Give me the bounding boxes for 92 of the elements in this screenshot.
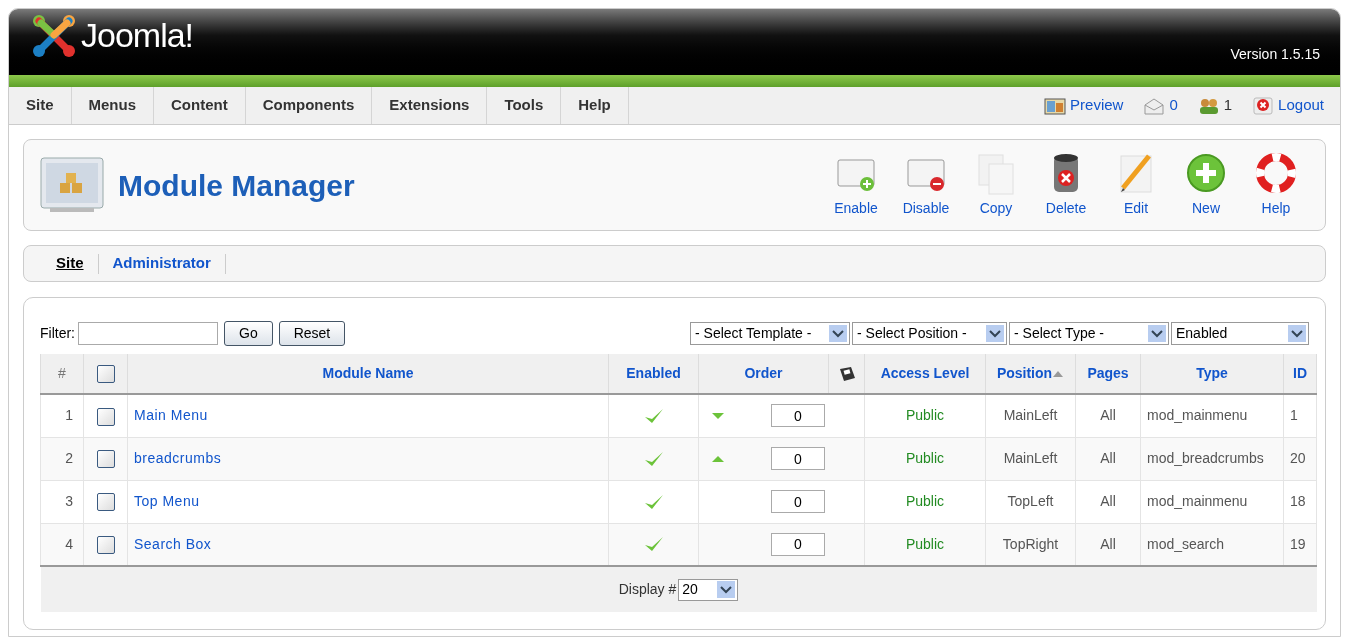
toolbar-button[interactable]: Enable: [823, 151, 889, 219]
menu-item[interactable]: Extensions: [372, 87, 488, 124]
toolbar-button[interactable]: Copy: [963, 151, 1029, 219]
checkbox[interactable]: [96, 536, 115, 555]
table-cell: mod_mainmenu: [1147, 493, 1248, 509]
column-header[interactable]: ID: [1293, 363, 1307, 384]
dropdown[interactable]: - Select Template -: [690, 321, 850, 345]
row-number: 3: [65, 493, 73, 509]
menu-item[interactable]: Components: [245, 87, 373, 124]
filter-input[interactable]: [78, 321, 218, 345]
count-text: 1: [1223, 95, 1233, 116]
access-link[interactable]: Public: [905, 535, 945, 552]
table-cell: 20: [1290, 450, 1306, 466]
chevron-down-icon: [829, 324, 847, 342]
table-cell: 19: [1290, 535, 1306, 552]
table-cell: mod_breadcrumbs: [1147, 450, 1264, 466]
toolbar-button[interactable]: Edit: [1103, 151, 1169, 219]
menu-item[interactable]: Content: [154, 87, 246, 124]
display-label: Display #: [618, 580, 677, 599]
column-header[interactable]: Pages: [1087, 363, 1129, 384]
table-cell: All: [1100, 493, 1116, 509]
column-header: #: [58, 365, 66, 381]
picture-frame-icon: [1044, 96, 1067, 115]
toolbar-button[interactable]: Help: [1243, 151, 1309, 219]
logo-text: Joomla!: [81, 18, 194, 52]
page-title: Module Manager: [118, 167, 355, 204]
chevron-down-icon: [1148, 324, 1166, 342]
row-number: 1: [65, 407, 73, 424]
chevron-down-icon: [1288, 324, 1306, 342]
toolbar-button[interactable]: Delete: [1033, 151, 1099, 219]
button[interactable]: Reset: [278, 320, 346, 346]
table-cell: MainLeft: [1003, 450, 1058, 466]
table-cell: 1: [1290, 407, 1298, 424]
logout-icon: [1252, 96, 1275, 115]
checkbox[interactable]: [96, 407, 115, 426]
order-input[interactable]: 0: [771, 490, 825, 513]
tab[interactable]: Site: [42, 252, 98, 275]
link[interactable]: Logout: [1278, 94, 1324, 117]
module-link[interactable]: Search Box: [134, 535, 212, 552]
column-header[interactable]: Position: [996, 363, 1065, 384]
dropdown[interactable]: - Select Position -: [852, 321, 1007, 345]
button[interactable]: Go: [224, 320, 273, 346]
menu-item[interactable]: Menus: [71, 87, 155, 124]
toolbar-button[interactable]: New: [1173, 151, 1239, 219]
column-header[interactable]: Type: [1196, 363, 1228, 384]
table-cell: TopLeft: [1007, 493, 1054, 509]
access-link[interactable]: Public: [905, 450, 945, 466]
table-cell: 18: [1290, 493, 1306, 509]
checkbox[interactable]: [96, 450, 115, 469]
column-header[interactable]: Module Name: [322, 363, 414, 384]
filter-label: Filter:: [40, 323, 75, 343]
module-link[interactable]: Main Menu: [134, 407, 208, 424]
menu-item[interactable]: Tools: [487, 87, 562, 124]
users-icon: [1197, 96, 1220, 115]
dropdown[interactable]: 20: [678, 578, 739, 601]
column-header[interactable]: Enabled: [626, 363, 681, 384]
dropdown[interactable]: - Select Type -: [1009, 321, 1169, 345]
access-link[interactable]: Public: [905, 407, 945, 424]
table-cell: TopRight: [1002, 535, 1059, 552]
table-cell: All: [1100, 407, 1116, 424]
table-cell: mod_search: [1147, 535, 1225, 552]
menu-item[interactable]: Help: [561, 87, 629, 124]
module-link[interactable]: breadcrumbs: [134, 450, 222, 466]
column-header[interactable]: Access Level: [880, 363, 970, 384]
tab[interactable]: Administrator: [98, 252, 225, 275]
table-cell: MainLeft: [1003, 407, 1058, 424]
table-cell: All: [1100, 450, 1116, 466]
chevron-down-icon: [717, 581, 736, 598]
order-input[interactable]: 0: [771, 532, 825, 556]
module-icon: [40, 157, 104, 213]
order-input[interactable]: 0: [771, 447, 825, 470]
chevron-down-icon: [986, 324, 1004, 342]
table-cell: All: [1100, 535, 1116, 552]
toolbar-button[interactable]: Disable: [893, 151, 959, 219]
menu-item[interactable]: Site: [9, 87, 72, 124]
module-link[interactable]: Top Menu: [134, 493, 200, 509]
order-input[interactable]: 0: [771, 404, 825, 428]
move-down-icon[interactable]: [711, 411, 725, 420]
version-text: Version 1.5.15: [1230, 45, 1320, 64]
dropdown[interactable]: Enabled: [1171, 321, 1309, 345]
checkbox[interactable]: [96, 493, 115, 512]
access-link[interactable]: Public: [905, 493, 945, 509]
lifebuoy-icon: [1255, 151, 1297, 196]
move-up-icon[interactable]: [711, 454, 725, 463]
count-text: 0: [1169, 95, 1178, 116]
link[interactable]: Preview: [1070, 94, 1124, 117]
row-number: 4: [65, 535, 73, 552]
table-cell: mod_mainmenu: [1147, 407, 1248, 424]
row-number: 2: [65, 450, 73, 466]
checkbox[interactable]: [96, 365, 115, 384]
envelope-icon: [1143, 96, 1166, 115]
column-header[interactable]: Order: [744, 363, 783, 384]
